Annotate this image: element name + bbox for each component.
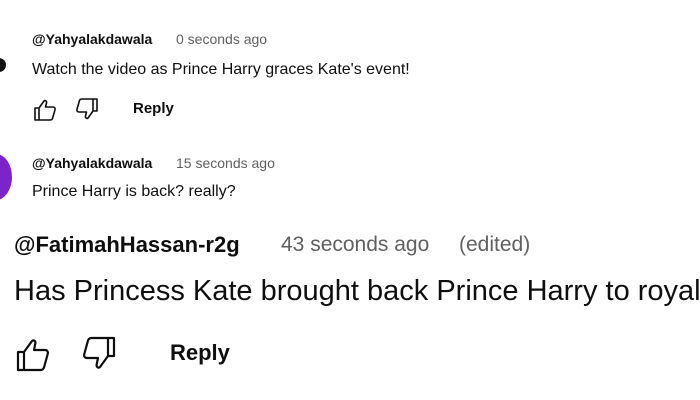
edited-label: (edited) bbox=[459, 233, 531, 256]
thumbs-down-icon bbox=[83, 336, 116, 369]
reply-button[interactable]: Reply bbox=[170, 340, 230, 366]
thumbs-down-icon bbox=[76, 98, 98, 120]
comment-time[interactable]: 0 seconds ago bbox=[176, 31, 267, 47]
comment-text: Has Princess Kate brought back Prince Ha… bbox=[14, 275, 700, 307]
avatar[interactable] bbox=[0, 58, 6, 72]
comment-time[interactable]: 43 seconds ago bbox=[281, 233, 429, 257]
dislike-button[interactable] bbox=[78, 335, 118, 371]
comment-author[interactable]: @Yahyalakdawala bbox=[32, 155, 152, 171]
comment-text: Prince Harry is back? really? bbox=[32, 183, 236, 200]
thumbs-up-icon bbox=[34, 99, 56, 121]
comment-text: Watch the video as Prince Harry graces K… bbox=[32, 61, 410, 78]
thumbs-up-icon bbox=[16, 339, 49, 372]
dislike-button[interactable] bbox=[74, 97, 100, 121]
reply-button[interactable]: Reply bbox=[133, 100, 174, 117]
comment-author[interactable]: @Yahyalakdawala bbox=[32, 31, 152, 47]
comment-author[interactable]: @FatimahHassan-r2g bbox=[14, 232, 240, 258]
comment-time[interactable]: 15 seconds ago bbox=[176, 155, 275, 171]
like-button[interactable] bbox=[32, 98, 58, 122]
avatar[interactable] bbox=[0, 154, 12, 200]
like-button[interactable] bbox=[14, 337, 52, 373]
